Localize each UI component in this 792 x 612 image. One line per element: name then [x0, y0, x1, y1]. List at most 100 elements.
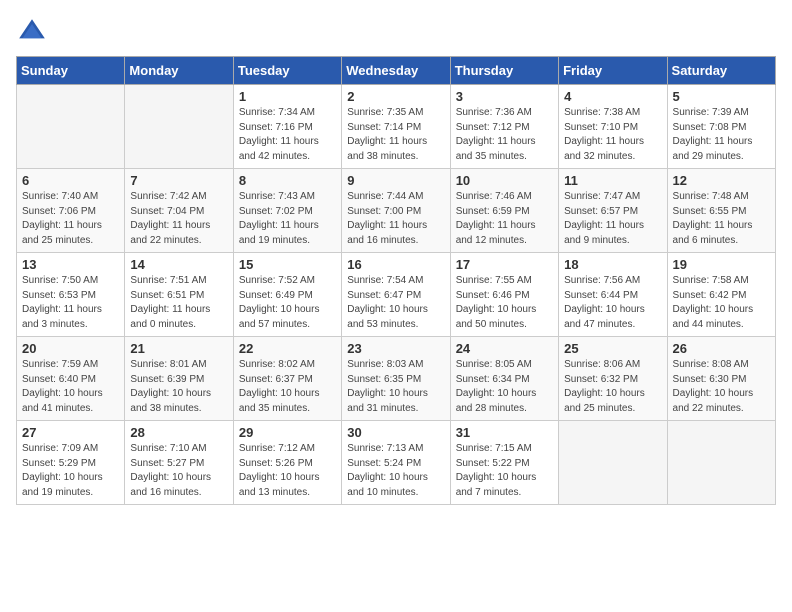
day-info: Sunrise: 8:08 AMSunset: 6:30 PMDaylight:… [673, 358, 770, 416]
day-info: Sunrise: 8:03 AMSunset: 6:35 PMDaylight:… [347, 358, 444, 416]
day-number: 22 [239, 341, 336, 356]
day-info: Sunrise: 7:46 AMSunset: 6:59 PMDaylight:… [456, 190, 553, 248]
calendar-day-cell [667, 421, 775, 505]
weekday-header-row: SundayMondayTuesdayWednesdayThursdayFrid… [17, 57, 776, 85]
day-info: Sunrise: 7:15 AMSunset: 5:22 PMDaylight:… [456, 442, 553, 500]
day-info: Sunrise: 7:12 AMSunset: 5:26 PMDaylight:… [239, 442, 336, 500]
calendar-day-cell: 10Sunrise: 7:46 AMSunset: 6:59 PMDayligh… [450, 169, 558, 253]
calendar-day-cell: 7Sunrise: 7:42 AMSunset: 7:04 PMDaylight… [125, 169, 233, 253]
calendar-day-cell: 8Sunrise: 7:43 AMSunset: 7:02 PMDaylight… [233, 169, 341, 253]
day-number: 1 [239, 89, 336, 104]
day-info: Sunrise: 7:58 AMSunset: 6:42 PMDaylight:… [673, 274, 770, 332]
page-header [16, 16, 776, 48]
day-number: 24 [456, 341, 553, 356]
calendar-day-cell: 4 Sunrise: 7:38 AMSunset: 7:10 PMDaylight… [559, 85, 667, 169]
day-number: 6 [22, 173, 119, 188]
day-number: 23 [347, 341, 444, 356]
day-number: 19 [673, 257, 770, 272]
day-info: Sunrise: 7:47 AMSunset: 6:57 PMDaylight:… [564, 190, 661, 248]
calendar-week-row: 13 Sunrise: 7:50 AMSunset: 6:53 PMDayligh… [17, 253, 776, 337]
calendar-week-row: 20Sunrise: 7:59 AMSunset: 6:40 PMDayligh… [17, 337, 776, 421]
calendar-week-row: 1 Sunrise: 7:34 AMSunset: 7:16 PMDaylight… [17, 85, 776, 169]
day-info: Sunrise: 8:05 AMSunset: 6:34 PMDaylight:… [456, 358, 553, 416]
weekday-header-cell: Saturday [667, 57, 775, 85]
day-info: Sunrise: 7:40 AMSunset: 7:06 PMDaylight:… [22, 190, 119, 248]
calendar-day-cell: 11 Sunrise: 7:47 AMSunset: 6:57 PMDayligh… [559, 169, 667, 253]
weekday-header-cell: Sunday [17, 57, 125, 85]
day-info: Sunrise: 7:43 AMSunset: 7:02 PMDaylight:… [239, 190, 336, 248]
calendar-day-cell: 13 Sunrise: 7:50 AMSunset: 6:53 PMDayligh… [17, 253, 125, 337]
day-info: Sunrise: 7:42 AMSunset: 7:04 PMDaylight:… [130, 190, 227, 248]
day-number: 14 [130, 257, 227, 272]
day-number: 2 [347, 89, 444, 104]
day-number: 25 [564, 341, 661, 356]
day-number: 26 [673, 341, 770, 356]
day-info: Sunrise: 7:09 AMSunset: 5:29 PMDaylight:… [22, 442, 119, 500]
day-number: 16 [347, 257, 444, 272]
calendar-day-cell: 31 Sunrise: 7:15 AMSunset: 5:22 PMDayligh… [450, 421, 558, 505]
calendar-table: SundayMondayTuesdayWednesdayThursdayFrid… [16, 56, 776, 505]
calendar-day-cell: 12 Sunrise: 7:48 AMSunset: 6:55 PMDayligh… [667, 169, 775, 253]
calendar-day-cell: 5 Sunrise: 7:39 AMSunset: 7:08 PMDaylight… [667, 85, 775, 169]
calendar-day-cell: 14 Sunrise: 7:51 AMSunset: 6:51 PMDayligh… [125, 253, 233, 337]
calendar-week-row: 27 Sunrise: 7:09 AMSunset: 5:29 PMDayligh… [17, 421, 776, 505]
day-info: Sunrise: 8:01 AMSunset: 6:39 PMDaylight:… [130, 358, 227, 416]
day-number: 21 [130, 341, 227, 356]
day-info: Sunrise: 7:39 AMSunset: 7:08 PMDaylight:… [673, 106, 770, 164]
calendar-day-cell: 3 Sunrise: 7:36 AMSunset: 7:12 PMDaylight… [450, 85, 558, 169]
calendar-day-cell: 29 Sunrise: 7:12 AMSunset: 5:26 PMDayligh… [233, 421, 341, 505]
day-info: Sunrise: 8:06 AMSunset: 6:32 PMDaylight:… [564, 358, 661, 416]
day-info: Sunrise: 7:50 AMSunset: 6:53 PMDaylight:… [22, 274, 119, 332]
calendar-day-cell: 24 Sunrise: 8:05 AMSunset: 6:34 PMDayligh… [450, 337, 558, 421]
day-info: Sunrise: 7:35 AMSunset: 7:14 PMDaylight:… [347, 106, 444, 164]
calendar-day-cell: 20Sunrise: 7:59 AMSunset: 6:40 PMDayligh… [17, 337, 125, 421]
calendar-day-cell [17, 85, 125, 169]
calendar-day-cell: 9 Sunrise: 7:44 AMSunset: 7:00 PMDaylight… [342, 169, 450, 253]
day-info: Sunrise: 7:44 AMSunset: 7:00 PMDaylight:… [347, 190, 444, 248]
calendar-day-cell: 22 Sunrise: 8:02 AMSunset: 6:37 PMDayligh… [233, 337, 341, 421]
calendar-day-cell: 16 Sunrise: 7:54 AMSunset: 6:47 PMDayligh… [342, 253, 450, 337]
day-info: Sunrise: 7:52 AMSunset: 6:49 PMDaylight:… [239, 274, 336, 332]
day-info: Sunrise: 8:02 AMSunset: 6:37 PMDaylight:… [239, 358, 336, 416]
weekday-header-cell: Tuesday [233, 57, 341, 85]
day-number: 11 [564, 173, 661, 188]
logo [16, 16, 52, 48]
weekday-header-cell: Monday [125, 57, 233, 85]
calendar-day-cell: 17Sunrise: 7:55 AMSunset: 6:46 PMDayligh… [450, 253, 558, 337]
calendar-day-cell: 21 Sunrise: 8:01 AMSunset: 6:39 PMDayligh… [125, 337, 233, 421]
day-info: Sunrise: 7:48 AMSunset: 6:55 PMDaylight:… [673, 190, 770, 248]
calendar-day-cell: 25 Sunrise: 8:06 AMSunset: 6:32 PMDayligh… [559, 337, 667, 421]
calendar-day-cell: 6 Sunrise: 7:40 AMSunset: 7:06 PMDaylight… [17, 169, 125, 253]
calendar-day-cell: 15Sunrise: 7:52 AMSunset: 6:49 PMDayligh… [233, 253, 341, 337]
day-info: Sunrise: 7:34 AMSunset: 7:16 PMDaylight:… [239, 106, 336, 164]
calendar-day-cell: 30 Sunrise: 7:13 AMSunset: 5:24 PMDayligh… [342, 421, 450, 505]
day-info: Sunrise: 7:38 AMSunset: 7:10 PMDaylight:… [564, 106, 661, 164]
day-info: Sunrise: 7:13 AMSunset: 5:24 PMDaylight:… [347, 442, 444, 500]
day-number: 29 [239, 425, 336, 440]
calendar-day-cell: 27 Sunrise: 7:09 AMSunset: 5:29 PMDayligh… [17, 421, 125, 505]
day-number: 30 [347, 425, 444, 440]
day-info: Sunrise: 7:54 AMSunset: 6:47 PMDaylight:… [347, 274, 444, 332]
day-number: 27 [22, 425, 119, 440]
day-number: 17 [456, 257, 553, 272]
day-number: 5 [673, 89, 770, 104]
day-info: Sunrise: 7:51 AMSunset: 6:51 PMDaylight:… [130, 274, 227, 332]
calendar-day-cell: 28Sunrise: 7:10 AMSunset: 5:27 PMDayligh… [125, 421, 233, 505]
day-number: 12 [673, 173, 770, 188]
calendar-day-cell [559, 421, 667, 505]
day-info: Sunrise: 7:59 AMSunset: 6:40 PMDaylight:… [22, 358, 119, 416]
day-info: Sunrise: 7:36 AMSunset: 7:12 PMDaylight:… [456, 106, 553, 164]
weekday-header-cell: Friday [559, 57, 667, 85]
day-number: 9 [347, 173, 444, 188]
calendar-body: 1 Sunrise: 7:34 AMSunset: 7:16 PMDaylight… [17, 85, 776, 505]
day-number: 4 [564, 89, 661, 104]
calendar-day-cell: 1 Sunrise: 7:34 AMSunset: 7:16 PMDaylight… [233, 85, 341, 169]
day-number: 13 [22, 257, 119, 272]
day-info: Sunrise: 7:56 AMSunset: 6:44 PMDaylight:… [564, 274, 661, 332]
calendar-day-cell: 26 Sunrise: 8:08 AMSunset: 6:30 PMDayligh… [667, 337, 775, 421]
calendar-day-cell [125, 85, 233, 169]
calendar-day-cell: 23 Sunrise: 8:03 AMSunset: 6:35 PMDayligh… [342, 337, 450, 421]
day-info: Sunrise: 7:10 AMSunset: 5:27 PMDaylight:… [130, 442, 227, 500]
day-number: 3 [456, 89, 553, 104]
day-number: 31 [456, 425, 553, 440]
